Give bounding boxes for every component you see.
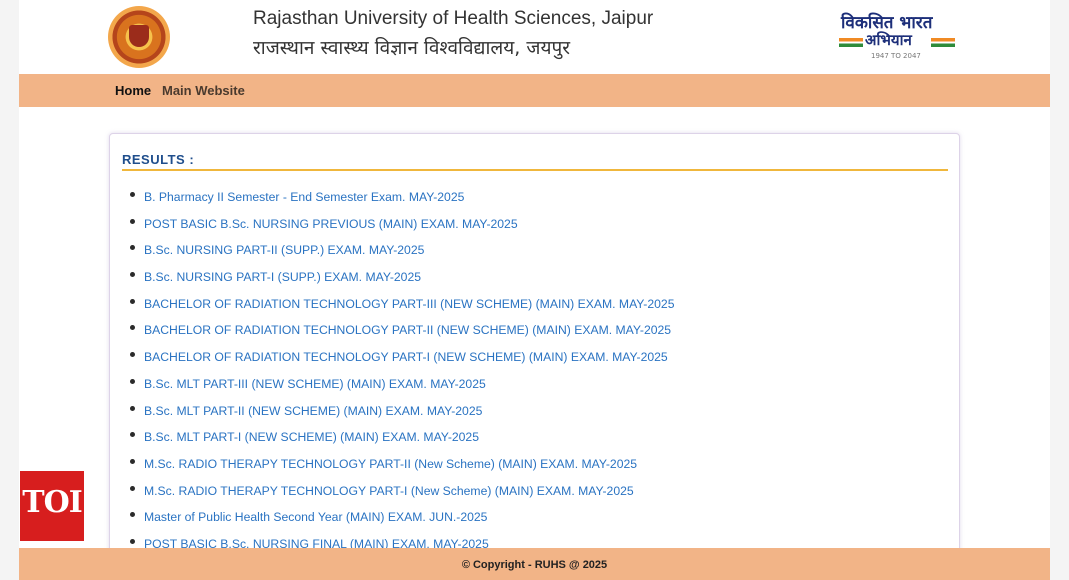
bullet-icon: [130, 458, 135, 464]
toi-watermark-logo: TOI: [20, 471, 84, 541]
list-item: B.Sc. NURSING PART-II (SUPP.) EXAM. MAY-…: [130, 239, 674, 266]
logo-emblem-icon: [129, 25, 149, 47]
results-list: B. Pharmacy II Semester - End Semester E…: [130, 186, 674, 560]
list-item: M.Sc. RADIO THERAPY TECHNOLOGY PART-I (N…: [130, 480, 674, 507]
nav-home-link[interactable]: Home: [115, 83, 151, 98]
list-item: BACHELOR OF RADIATION TECHNOLOGY PART-II…: [130, 293, 674, 320]
bullet-icon: [130, 512, 135, 518]
nav-main-website-link[interactable]: Main Website: [162, 83, 245, 98]
bullet-icon: [130, 298, 135, 304]
result-link[interactable]: B. Pharmacy II Semester - End Semester E…: [144, 190, 464, 204]
result-link[interactable]: M.Sc. RADIO THERAPY TECHNOLOGY PART-II (…: [144, 457, 637, 471]
flag-stripe-left-icon: [839, 38, 863, 47]
viksit-bharat-badge: विकसित भारत अभियान 1947 TO 2047: [839, 8, 957, 64]
badge-years: 1947 TO 2047: [871, 52, 921, 60]
list-item: B.Sc. NURSING PART-I (SUPP.) EXAM. MAY-2…: [130, 266, 674, 293]
copyright-text: © Copyright - RUHS @ 2025: [461, 559, 608, 571]
bullet-icon: [130, 325, 135, 331]
results-card: RESULTS : B. Pharmacy II Semester - End …: [109, 133, 960, 563]
list-item: BACHELOR OF RADIATION TECHNOLOGY PART-II…: [130, 319, 674, 346]
bullet-icon: [130, 245, 135, 251]
bullet-icon: [130, 352, 135, 358]
result-link[interactable]: B.Sc. NURSING PART-I (SUPP.) EXAM. MAY-2…: [144, 270, 421, 284]
result-link[interactable]: B.Sc. MLT PART-II (NEW SCHEME) (MAIN) EX…: [144, 404, 482, 418]
result-link[interactable]: B.Sc. NURSING PART-II (SUPP.) EXAM. MAY-…: [144, 243, 424, 257]
site-header: Rajasthan University of Health Sciences,…: [19, 0, 1050, 74]
flag-stripe-right-icon: [931, 38, 955, 47]
list-item: B.Sc. MLT PART-III (NEW SCHEME) (MAIN) E…: [130, 373, 674, 400]
page-container: Rajasthan University of Health Sciences,…: [19, 0, 1050, 580]
university-name-hindi: राजस्थान स्वास्थ्य विज्ञान विश्वविद्यालय…: [253, 37, 571, 59]
main-navbar: Home Main Website: [19, 74, 1050, 107]
result-link[interactable]: POST BASIC B.Sc. NURSING PREVIOUS (MAIN)…: [144, 217, 518, 231]
bullet-icon: [130, 378, 135, 384]
university-logo[interactable]: [108, 6, 170, 68]
bullet-icon: [130, 432, 135, 438]
university-name-english: Rajasthan University of Health Sciences,…: [253, 8, 654, 29]
list-item: B.Sc. MLT PART-II (NEW SCHEME) (MAIN) EX…: [130, 400, 674, 427]
list-item: B. Pharmacy II Semester - End Semester E…: [130, 186, 674, 213]
list-item: BACHELOR OF RADIATION TECHNOLOGY PART-I …: [130, 346, 674, 373]
bullet-icon: [130, 485, 135, 491]
result-link[interactable]: B.Sc. MLT PART-III (NEW SCHEME) (MAIN) E…: [144, 377, 486, 391]
result-link[interactable]: M.Sc. RADIO THERAPY TECHNOLOGY PART-I (N…: [144, 484, 634, 498]
bullet-icon: [130, 218, 135, 224]
badge-line-2: अभियान: [865, 31, 912, 49]
result-link[interactable]: Master of Public Health Second Year (MAI…: [144, 510, 487, 524]
result-link[interactable]: B.Sc. MLT PART-I (NEW SCHEME) (MAIN) EXA…: [144, 430, 479, 444]
list-item: POST BASIC B.Sc. NURSING PREVIOUS (MAIN)…: [130, 213, 674, 240]
bullet-icon: [130, 405, 135, 411]
list-item: M.Sc. RADIO THERAPY TECHNOLOGY PART-II (…: [130, 453, 674, 480]
list-item: Master of Public Health Second Year (MAI…: [130, 506, 674, 533]
result-link[interactable]: BACHELOR OF RADIATION TECHNOLOGY PART-II…: [144, 297, 674, 311]
bullet-icon: [130, 192, 135, 197]
site-footer: © Copyright - RUHS @ 2025: [19, 548, 1050, 580]
bullet-icon: [130, 272, 135, 278]
toi-watermark-text: TOI: [22, 485, 83, 520]
heading-divider: [122, 169, 948, 171]
bullet-icon: [130, 538, 135, 544]
result-link[interactable]: BACHELOR OF RADIATION TECHNOLOGY PART-I …: [144, 350, 668, 364]
result-link[interactable]: BACHELOR OF RADIATION TECHNOLOGY PART-II…: [144, 323, 671, 337]
results-heading: RESULTS :: [122, 152, 195, 167]
list-item: B.Sc. MLT PART-I (NEW SCHEME) (MAIN) EXA…: [130, 426, 674, 453]
